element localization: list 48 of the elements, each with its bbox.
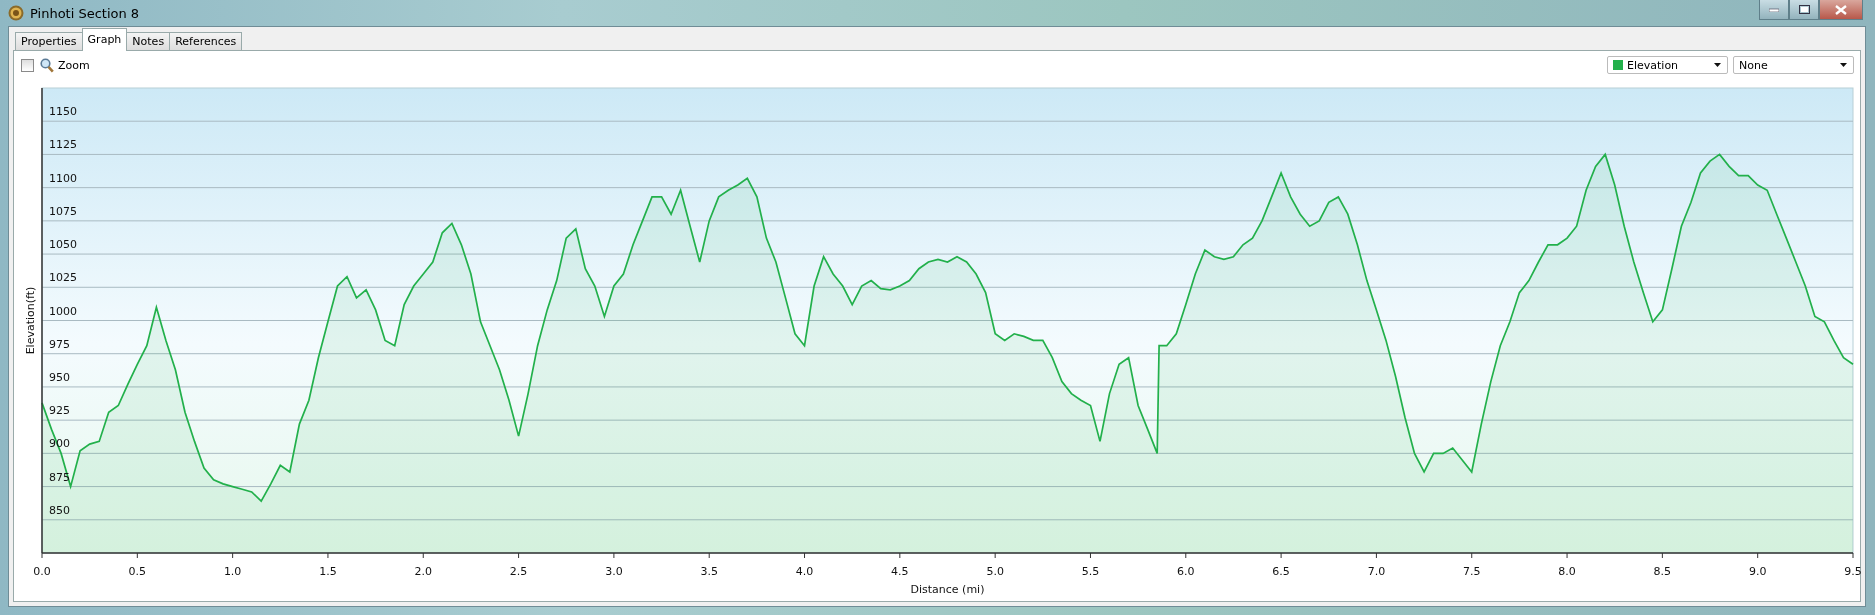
- zoom-checkbox[interactable]: [21, 58, 34, 72]
- y-tick-label: 1125: [49, 138, 77, 152]
- x-tick-label: 0.5: [128, 565, 147, 578]
- x-tick-label: 3.5: [700, 565, 718, 578]
- x-tick-label: 6.5: [1272, 565, 1290, 578]
- window-title: Pinhoti Section 8: [30, 5, 140, 21]
- y-tick-label: 925: [49, 404, 70, 418]
- y-axis-title: Elevation(ft): [24, 286, 37, 355]
- x-tick-label: 0.0: [33, 565, 51, 578]
- x-tick-label: 9.5: [1844, 565, 1862, 578]
- y-tick-label: 1075: [49, 204, 77, 218]
- x-tick-label: 1.0: [223, 565, 242, 578]
- app-icon: [8, 5, 24, 21]
- x-tick-label: 6.0: [1177, 565, 1195, 578]
- y-tick-label: 1000: [49, 304, 77, 318]
- x-tick-label: 1.5: [319, 565, 337, 578]
- close-button[interactable]: [1819, 0, 1863, 20]
- tab[interactable]: Graph: [81, 28, 128, 51]
- caret-icon: [1714, 63, 1721, 67]
- x-tick-label: 5.5: [1081, 565, 1100, 578]
- secondary-dropdown[interactable]: None: [1733, 56, 1854, 74]
- y-tick-label: 1150: [49, 105, 77, 119]
- maximize-icon: [1798, 5, 1810, 14]
- y-tick-label: 975: [49, 337, 70, 351]
- maximize-button[interactable]: [1789, 0, 1819, 20]
- x-tick-label: 9.0: [1748, 565, 1767, 578]
- x-tick-label: 2.5: [509, 565, 528, 578]
- y-tick-label: 1050: [49, 238, 77, 252]
- y-tick-label: 850: [49, 503, 70, 517]
- zoom-label: Zoom: [58, 58, 90, 72]
- x-tick-label: 3.0: [605, 565, 623, 578]
- x-tick-label: 5.0: [986, 565, 1004, 578]
- y-tick-label: 950: [49, 370, 70, 384]
- close-icon: [1835, 4, 1847, 15]
- caret-icon: [1840, 63, 1847, 67]
- x-tick-label: 2.0: [414, 565, 432, 578]
- y-tick-label: 1100: [49, 171, 77, 185]
- series-dropdown[interactable]: Elevation: [1607, 56, 1728, 74]
- magnifier-icon: [40, 57, 54, 73]
- x-tick-label: 4.0: [795, 565, 814, 578]
- x-tick-label: 8.0: [1558, 565, 1576, 578]
- x-tick-label: 7.5: [1463, 565, 1481, 578]
- minimize-icon: [1769, 7, 1779, 12]
- x-axis-title: Distance (mi): [910, 583, 985, 596]
- x-tick-label: 8.5: [1653, 565, 1672, 578]
- x-tick-label: 4.5: [891, 565, 909, 578]
- y-tick-label: 1025: [49, 271, 77, 285]
- x-tick-label: 7.0: [1367, 565, 1386, 578]
